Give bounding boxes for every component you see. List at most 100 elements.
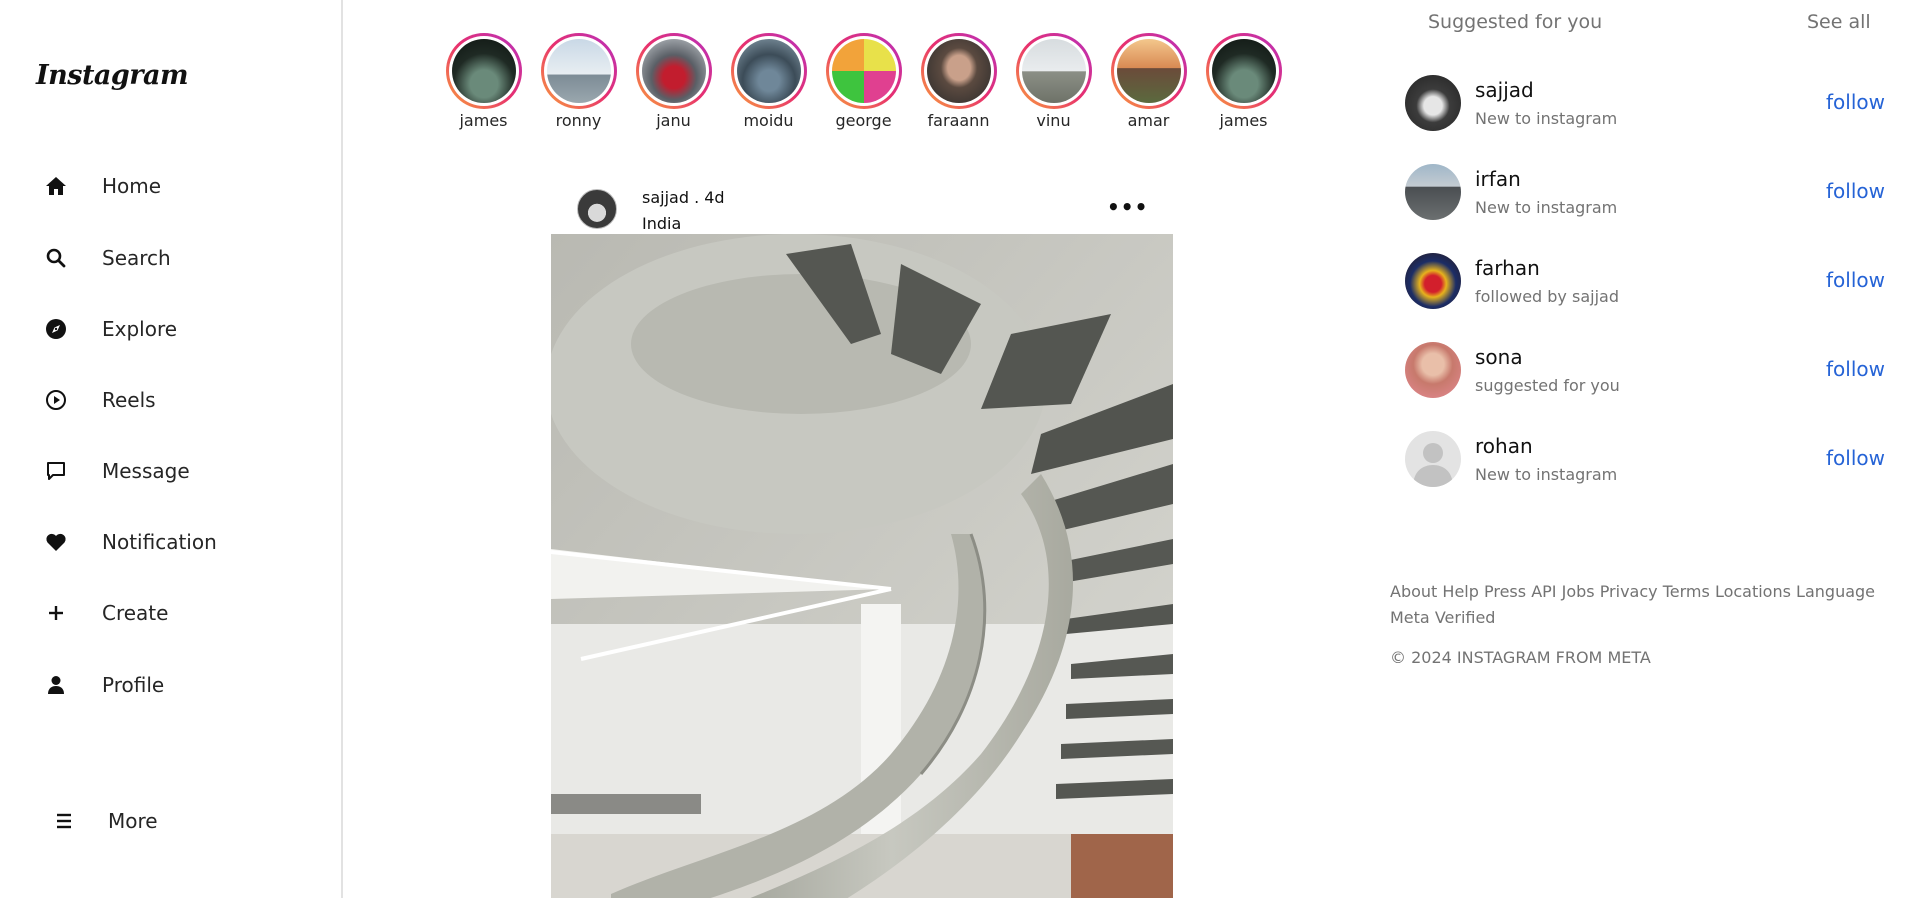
story-username: ronny [555, 111, 602, 130]
footer-link-about[interactable]: About [1390, 582, 1437, 601]
sidebar-item-create[interactable]: Create [42, 593, 168, 633]
follow-button[interactable]: follow [1826, 90, 1885, 114]
story-item[interactable]: amar [1101, 33, 1196, 130]
story-item[interactable]: faraann [911, 33, 1006, 130]
sidebar-item-label: Reels [102, 388, 156, 412]
feed-post: sajjad . 4d India ••• [551, 185, 1173, 898]
default-avatar-icon[interactable] [1405, 431, 1461, 487]
sidebar-item-label: Create [102, 601, 169, 625]
story-avatar [641, 39, 706, 103]
story-avatar [451, 39, 516, 103]
footer-link-api[interactable]: API [1531, 582, 1556, 601]
suggestion-item: farhan followed by sajjad follow [1405, 253, 1885, 311]
story-item[interactable]: janu [626, 33, 721, 130]
story-item[interactable]: james [436, 33, 531, 130]
sidebar-item-label: Profile [102, 673, 165, 697]
suggestion-reason: New to instagram [1475, 465, 1618, 484]
suggestion-reason: New to instagram [1475, 109, 1618, 128]
story-ring [540, 33, 617, 109]
suggestion-username[interactable]: rohan [1475, 434, 1533, 458]
story-username: james [459, 111, 508, 130]
copyright-text: © 2024 INSTAGRAM FROM META [1390, 648, 1651, 667]
story-item[interactable]: vinu [1006, 33, 1101, 130]
post-avatar[interactable] [577, 189, 617, 229]
suggestion-avatar[interactable] [1405, 75, 1461, 131]
sidebar-item-more[interactable]: More [50, 801, 158, 841]
suggestion-reason: suggested for you [1475, 376, 1620, 395]
message-icon [42, 457, 70, 485]
sidebar-item-reels[interactable]: Reels [42, 380, 156, 420]
suggestion-item: sona suggested for you follow [1405, 342, 1885, 400]
sidebar-item-label: Home [102, 174, 162, 198]
story-ring [445, 33, 522, 109]
follow-button[interactable]: follow [1826, 268, 1885, 292]
sidebar-item-label: Notification [102, 530, 217, 554]
sidebar-item-label: Explore [102, 317, 178, 341]
home-icon [42, 172, 70, 200]
suggestion-username[interactable]: farhan [1475, 256, 1540, 280]
story-username: george [835, 111, 892, 130]
user-icon [42, 671, 70, 699]
story-avatar [1211, 39, 1276, 103]
story-avatar [1021, 39, 1086, 103]
suggestion-username[interactable]: sajjad [1475, 78, 1534, 102]
suggestions-title: Suggested for you [1428, 11, 1603, 33]
footer-link-jobs[interactable]: Jobs [1562, 582, 1595, 601]
sidebar-item-message[interactable]: Message [42, 451, 190, 491]
more-options-icon[interactable]: ••• [1107, 195, 1148, 219]
story-item[interactable]: ronny [531, 33, 626, 130]
story-ring [1015, 33, 1092, 109]
follow-button[interactable]: follow [1826, 357, 1885, 381]
sidebar-item-explore[interactable]: Explore [42, 309, 177, 349]
story-ring [730, 33, 807, 109]
story-ring [1205, 33, 1282, 109]
footer-link-press[interactable]: Press [1484, 582, 1526, 601]
post-image[interactable] [551, 234, 1173, 898]
story-ring [635, 33, 712, 109]
suggestion-avatar[interactable] [1405, 164, 1461, 220]
story-item[interactable]: james [1196, 33, 1291, 130]
sidebar-item-home[interactable]: Home [42, 166, 161, 206]
sidebar-item-notification[interactable]: Notification [42, 522, 217, 562]
spiral-staircase-photo [551, 234, 1173, 898]
post-location[interactable]: India [642, 214, 681, 233]
sidebar-item-label: Message [102, 459, 190, 483]
sidebar-item-search[interactable]: Search [42, 238, 171, 278]
footer-link-meta-verified[interactable]: Meta Verified [1390, 608, 1495, 627]
story-username: janu [656, 111, 691, 130]
sidebar: Instagram Home Search Explore Reels Mess… [0, 0, 343, 898]
suggestion-username[interactable]: sona [1475, 345, 1523, 369]
story-ring [825, 33, 902, 109]
suggestion-avatar[interactable] [1405, 342, 1461, 398]
footer-link-language[interactable]: Language [1796, 582, 1875, 601]
sidebar-item-profile[interactable]: Profile [42, 665, 164, 705]
footer-links: About Help Press API Jobs Privacy Terms … [1390, 579, 1900, 631]
heart-icon [42, 528, 70, 556]
story-ring [1110, 33, 1187, 109]
plus-icon [42, 599, 70, 627]
follow-button[interactable]: follow [1826, 179, 1885, 203]
instagram-logo[interactable]: Instagram [36, 60, 189, 91]
search-icon [42, 244, 70, 272]
footer-link-terms[interactable]: Terms [1663, 582, 1710, 601]
footer-link-help[interactable]: Help [1442, 582, 1478, 601]
story-username: vinu [1036, 111, 1071, 130]
story-username: moidu [743, 111, 794, 130]
play-circle-icon [42, 386, 70, 414]
sidebar-item-label: More [108, 809, 158, 833]
stories-bar: james ronny janu moidu george faraann vi… [436, 33, 1291, 130]
story-ring [920, 33, 997, 109]
follow-button[interactable]: follow [1826, 446, 1885, 470]
suggestion-avatar[interactable] [1405, 253, 1461, 309]
footer-link-locations[interactable]: Locations [1715, 582, 1791, 601]
suggestion-reason: New to instagram [1475, 198, 1618, 217]
suggestion-username[interactable]: irfan [1475, 167, 1521, 191]
menu-icon [50, 807, 78, 835]
story-avatar [926, 39, 991, 103]
footer-link-privacy[interactable]: Privacy [1600, 582, 1658, 601]
story-item[interactable]: george [816, 33, 911, 130]
post-username[interactable]: sajjad . 4d [642, 188, 725, 207]
see-all-link[interactable]: See all [1807, 11, 1871, 33]
story-username: amar [1127, 111, 1170, 130]
story-item[interactable]: moidu [721, 33, 816, 130]
